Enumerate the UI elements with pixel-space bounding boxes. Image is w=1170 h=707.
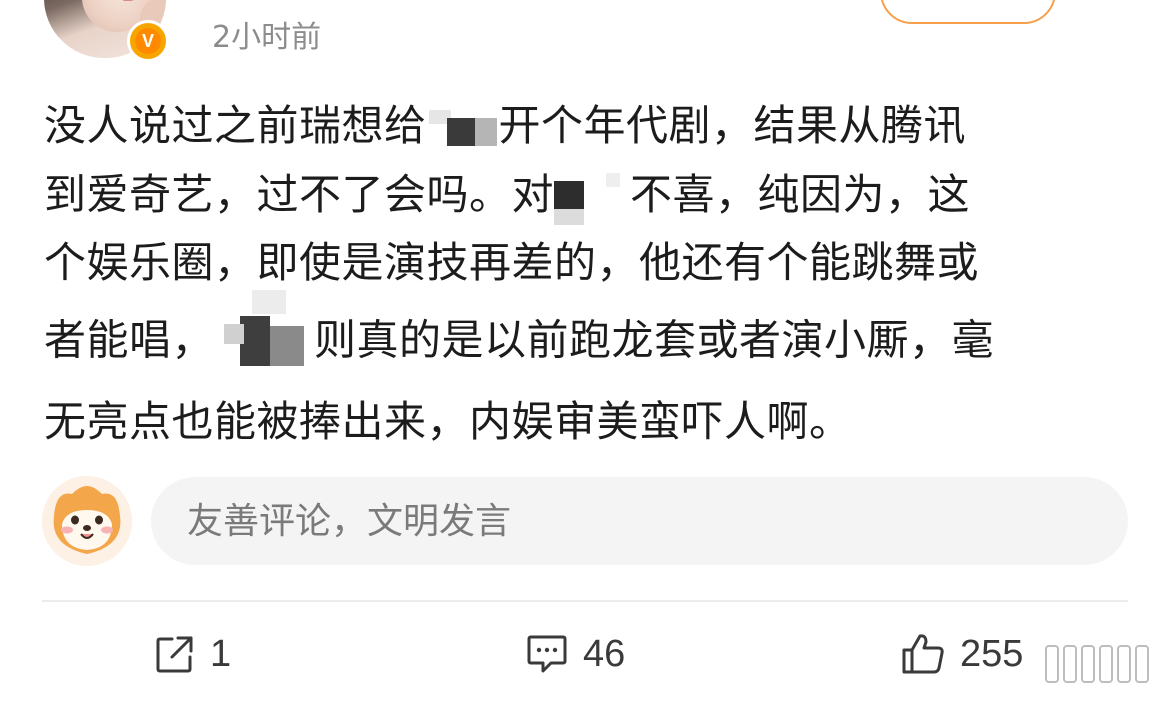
verified-badge-letter: V: [135, 28, 161, 54]
post-text-segment: 不喜，纯因为，这: [630, 169, 971, 219]
post-text-segment: 没人说过之前瑞想给: [44, 101, 427, 150]
post-text-segment: 个娱乐圈，即使是演技再差的，他还有个能跳舞或: [44, 238, 980, 287]
post-line-4: 者能唱， 则真的是以前跑龙套或者演小厮，毫: [44, 289, 1134, 388]
share-icon: [156, 636, 193, 673]
commenter-avatar[interactable]: [42, 476, 132, 566]
comment-icon: [527, 635, 567, 673]
comment-count: 46: [583, 632, 626, 675]
post-line-5: 无亮点也能被捧出来，内娱审美蛮吓人啊。: [44, 388, 1134, 457]
watermark-logo-icon: [1040, 636, 1160, 692]
share-button[interactable]: 1: [154, 628, 231, 680]
post-text-segment: 者能唱，: [44, 315, 215, 364]
post-line-3: 个娱乐圈，即使是演技再差的，他还有个能跳舞或: [44, 229, 1134, 298]
avatar-lip: [122, 0, 134, 1]
post-text-segment: 到爱奇艺，过不了会吗。对: [44, 169, 555, 219]
comment-input[interactable]: [151, 477, 1128, 565]
post-text-segment: 开个年代剧，结果从腾讯: [498, 101, 967, 150]
censor-mosaic: [214, 289, 314, 388]
post-line-1: 没人说过之前瑞想给 开个年代剧，结果从腾讯: [44, 92, 1134, 161]
thumbs-up-icon: [902, 634, 944, 674]
shiba-avatar-icon: [42, 476, 132, 566]
post-text-segment: 则真的是以前跑龙套或者演小厮，毫: [314, 315, 995, 364]
like-count: 255: [960, 632, 1024, 675]
like-button[interactable]: 255: [900, 628, 1023, 680]
post-text-segment: 无亮点也能被捧出来，内娱审美蛮吓人啊。: [44, 396, 852, 446]
follow-button[interactable]: [880, 0, 1056, 24]
post-line-2: 到爱奇艺，过不了会吗。对 不喜，纯因为，这: [44, 161, 1134, 230]
censor-mosaic: [427, 108, 499, 150]
post-text: 没人说过之前瑞想给 开个年代剧，结果从腾讯 到爱奇艺，过不了会吗。对 不喜，纯因为，…: [44, 92, 1134, 456]
verified-badge-icon: V: [127, 20, 169, 62]
censor-mosaic: [554, 169, 630, 225]
divider: [42, 600, 1128, 602]
share-count: 1: [210, 632, 232, 675]
comment-button[interactable]: 46: [525, 628, 625, 680]
post-timestamp: 2小时前: [212, 20, 322, 55]
